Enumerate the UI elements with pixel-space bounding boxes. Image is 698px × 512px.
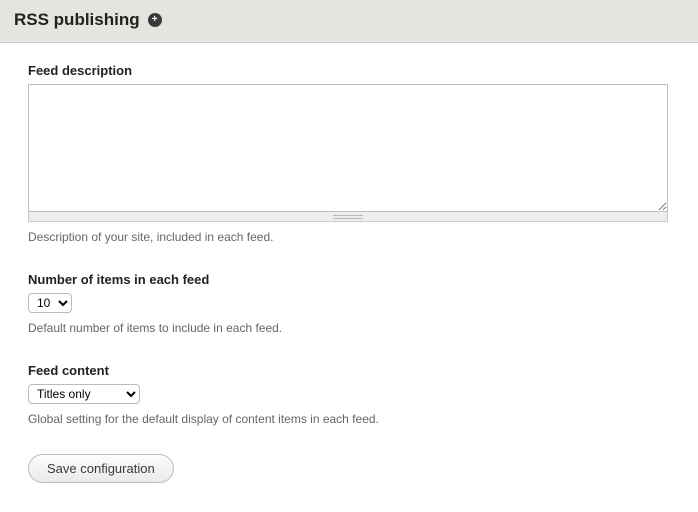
field-feed-content: Feed content Titles only Global setting … (28, 363, 670, 426)
feed-content-help: Global setting for the default display o… (28, 412, 670, 426)
textarea-resize-handle[interactable] (28, 212, 668, 222)
settings-form: Feed description Description of your sit… (0, 43, 698, 511)
save-configuration-button[interactable]: Save configuration (28, 454, 174, 483)
feed-description-textarea[interactable] (28, 84, 668, 212)
page-header: RSS publishing + (0, 0, 698, 43)
feed-content-label: Feed content (28, 363, 670, 378)
items-per-feed-select[interactable]: 10 (28, 293, 72, 313)
items-per-feed-help: Default number of items to include in ea… (28, 321, 670, 335)
feed-description-label: Feed description (28, 63, 670, 78)
field-items-per-feed: Number of items in each feed 10 Default … (28, 272, 670, 335)
page-title: RSS publishing (14, 10, 140, 30)
plus-circle-icon[interactable]: + (148, 13, 162, 27)
form-actions: Save configuration (28, 454, 670, 483)
field-feed-description: Feed description Description of your sit… (28, 63, 670, 244)
items-per-feed-label: Number of items in each feed (28, 272, 670, 287)
feed-description-help: Description of your site, included in ea… (28, 230, 670, 244)
feed-content-select[interactable]: Titles only (28, 384, 140, 404)
